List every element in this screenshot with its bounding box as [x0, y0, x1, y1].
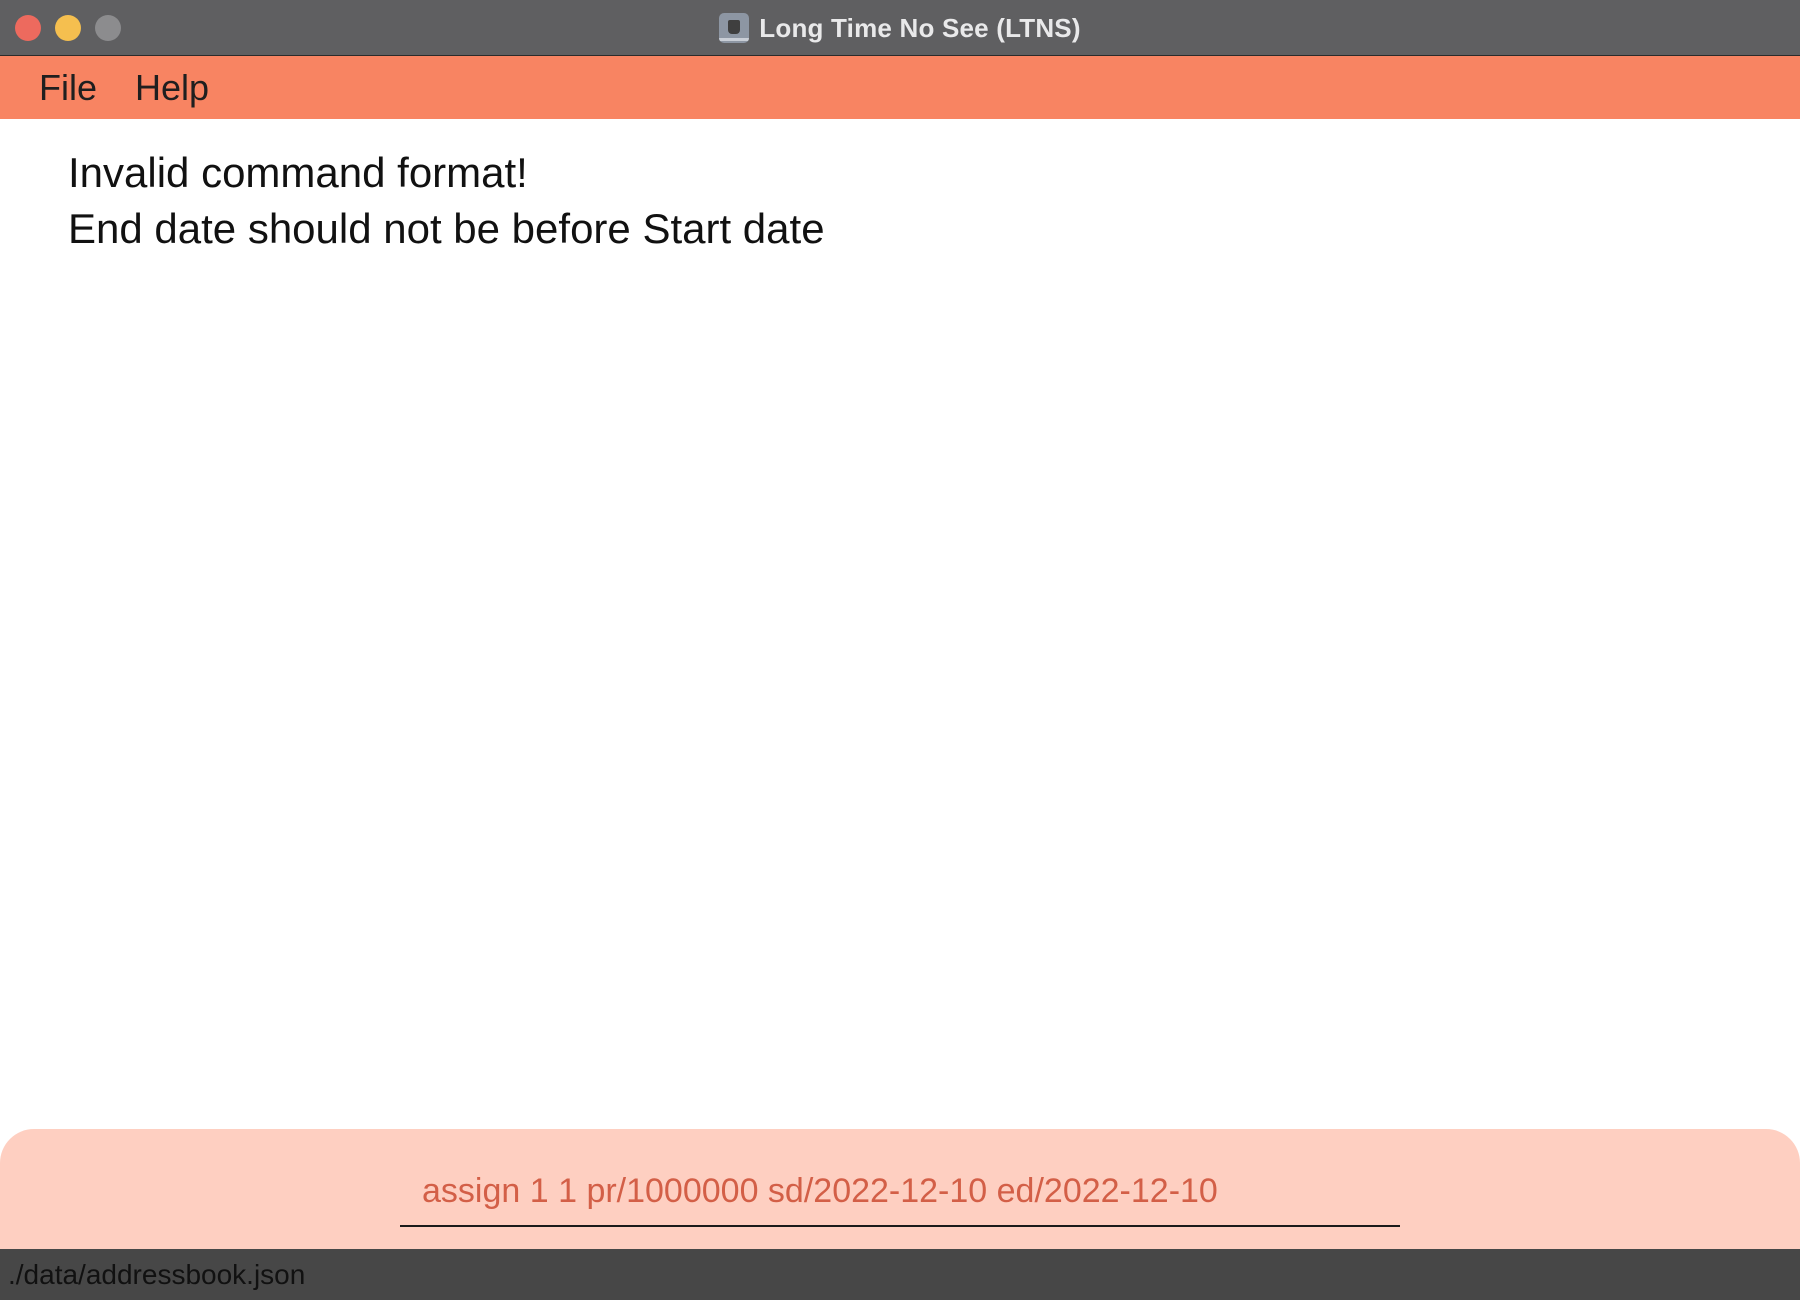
app-icon-cup [728, 20, 741, 34]
window-title: Long Time No See (LTNS) [759, 12, 1081, 43]
app-icon [719, 13, 750, 43]
command-box [0, 1129, 1800, 1249]
window-title-group: Long Time No See (LTNS) [0, 0, 1800, 56]
app-window: Long Time No See (LTNS) File Help Invali… [0, 0, 1800, 1300]
menu-bar: File Help [0, 56, 1800, 119]
result-display: Invalid command format! End date should … [0, 119, 1800, 1129]
command-input[interactable] [400, 1157, 1400, 1227]
menu-help[interactable]: Help [130, 67, 214, 109]
app-icon-label-strip [719, 38, 750, 41]
status-bar: ./data/addressbook.json [0, 1249, 1800, 1300]
save-location-path: ./data/addressbook.json [8, 1259, 306, 1290]
result-line-detail: End date should not be before Start date [68, 205, 825, 252]
title-bar: Long Time No See (LTNS) [0, 0, 1800, 56]
result-line-error: Invalid command format! [68, 149, 528, 196]
result-message: Invalid command format! End date should … [68, 145, 1728, 257]
menu-file[interactable]: File [34, 67, 102, 109]
